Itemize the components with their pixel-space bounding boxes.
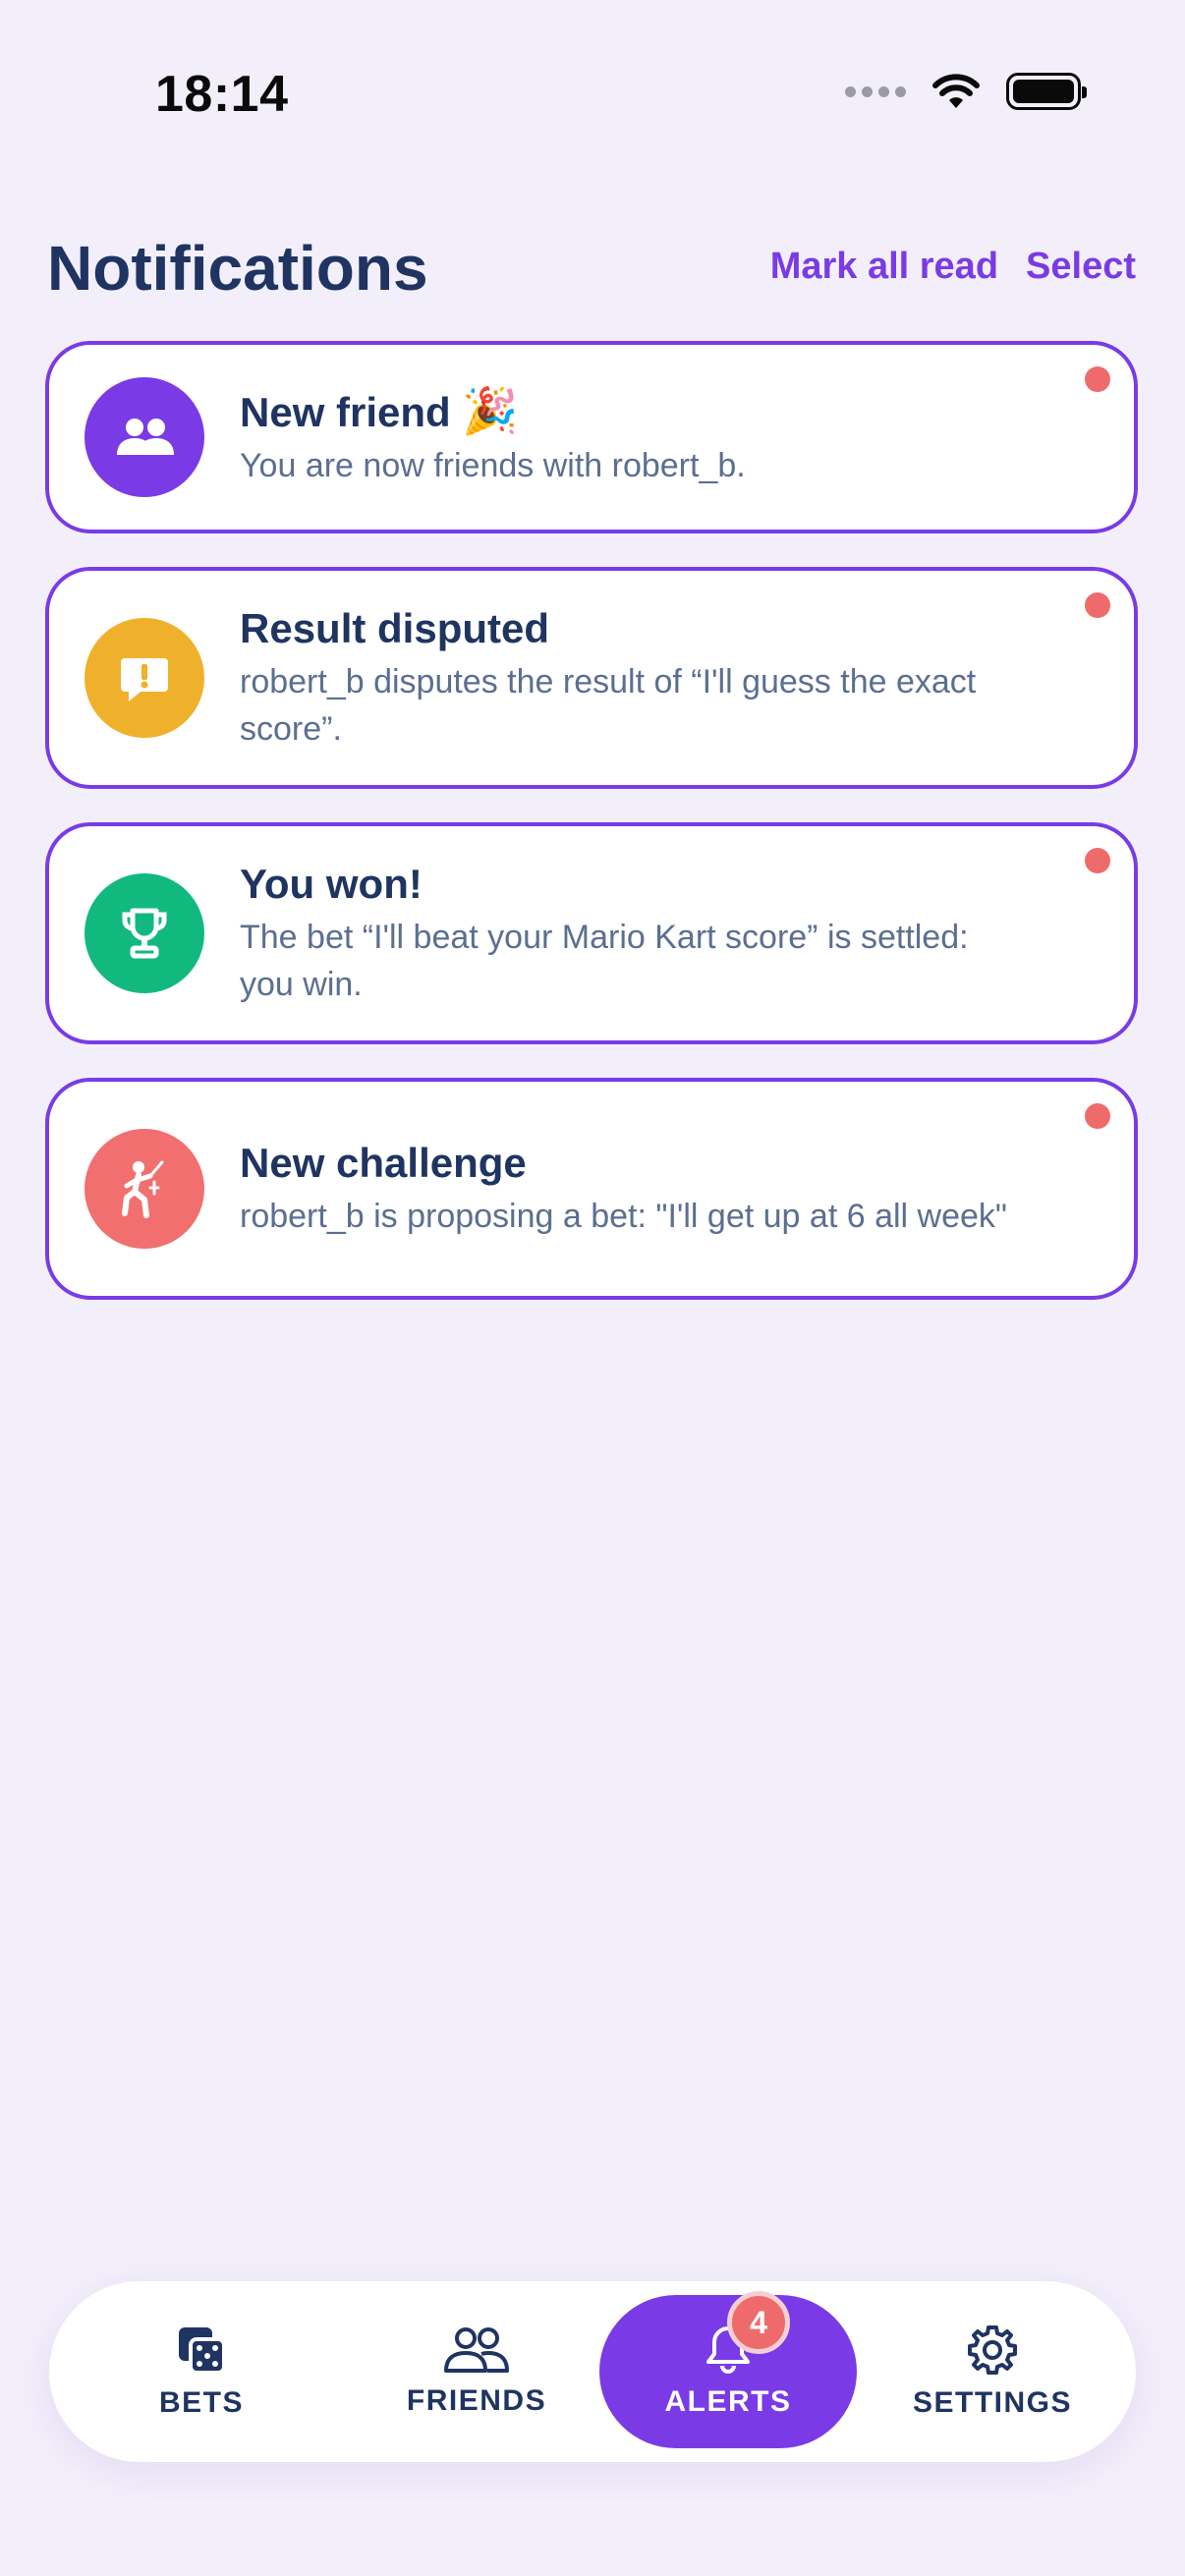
wifi-icon	[931, 73, 981, 110]
exclamation-bubble-icon	[85, 618, 204, 738]
notification-body: robert_b is proposing a bet: "I'll get u…	[240, 1198, 1007, 1235]
tab-bets[interactable]: BETS	[118, 2281, 285, 2462]
notification-text: New friend 🎉 You are now friends with ro…	[240, 385, 1026, 489]
notification-text: New challenge robert_b is proposing a be…	[240, 1138, 1026, 1240]
dice-icon	[179, 2327, 226, 2375]
select-button[interactable]: Select	[1026, 246, 1136, 288]
page-title: Notifications	[47, 233, 428, 304]
mark-all-read-button[interactable]: Mark all read	[770, 246, 998, 288]
unread-dot	[1085, 592, 1110, 618]
notification-title: Result disputed	[240, 605, 550, 651]
notification-text: You won! The bet “I'll beat your Mario K…	[240, 859, 1026, 1008]
notification-body: You are now friends with robert_b.	[240, 447, 746, 484]
header-actions: Mark all read Select	[770, 246, 1136, 288]
tab-friends[interactable]: FRIENDS	[364, 2281, 590, 2462]
notification-card-result-disputed[interactable]: Result disputed robert_b disputes the re…	[45, 567, 1138, 789]
notification-title-text: New friend	[240, 389, 451, 435]
notification-body: robert_b disputes the result of “I'll gu…	[240, 663, 977, 748]
battery-icon	[1006, 73, 1087, 110]
trophy-icon	[85, 873, 204, 993]
notification-title: New challenge	[240, 1140, 527, 1186]
tab-label: FRIENDS	[406, 2384, 547, 2417]
gear-icon	[968, 2325, 1017, 2375]
status-indicators	[845, 73, 1087, 110]
unread-dot	[1085, 366, 1110, 392]
friends-icon	[444, 2327, 509, 2373]
cellular-signal-icon	[845, 85, 906, 97]
notification-card-you-won[interactable]: You won! The bet “I'll beat your Mario K…	[45, 822, 1138, 1044]
notification-title: New friend 🎉	[240, 385, 1026, 438]
notification-text: Result disputed robert_b disputes the re…	[240, 603, 1026, 753]
tab-settings[interactable]: SETTINGS	[875, 2281, 1110, 2462]
unread-dot	[1085, 848, 1110, 873]
tab-label: ALERTS	[664, 2385, 792, 2418]
notification-title: You won!	[240, 861, 423, 907]
party-popper-icon: 🎉	[462, 385, 519, 436]
notification-card-new-friend[interactable]: New friend 🎉 You are now friends with ro…	[45, 341, 1138, 533]
tab-label: BETS	[158, 2386, 244, 2419]
notification-body: The bet “I'll beat your Mario Kart score…	[240, 919, 969, 1003]
notification-card-new-challenge[interactable]: New challenge robert_b is proposing a be…	[45, 1078, 1138, 1300]
notifications-screen: 18:14 Notifications Mark all read Select	[0, 0, 1185, 2576]
tab-label: SETTINGS	[912, 2386, 1072, 2419]
unread-dot	[1085, 1103, 1110, 1129]
bottom-tab-bar: BETS FRIENDS ALERTS 4 SETTINGS	[49, 2281, 1136, 2462]
alerts-count-badge: 4	[727, 2291, 790, 2354]
tab-alerts[interactable]: ALERTS 4	[599, 2291, 857, 2448]
people-icon	[85, 377, 204, 497]
notification-list: New friend 🎉 You are now friends with ro…	[45, 341, 1138, 1333]
status-time: 18:14	[155, 66, 289, 123]
fencing-icon	[85, 1129, 204, 1249]
